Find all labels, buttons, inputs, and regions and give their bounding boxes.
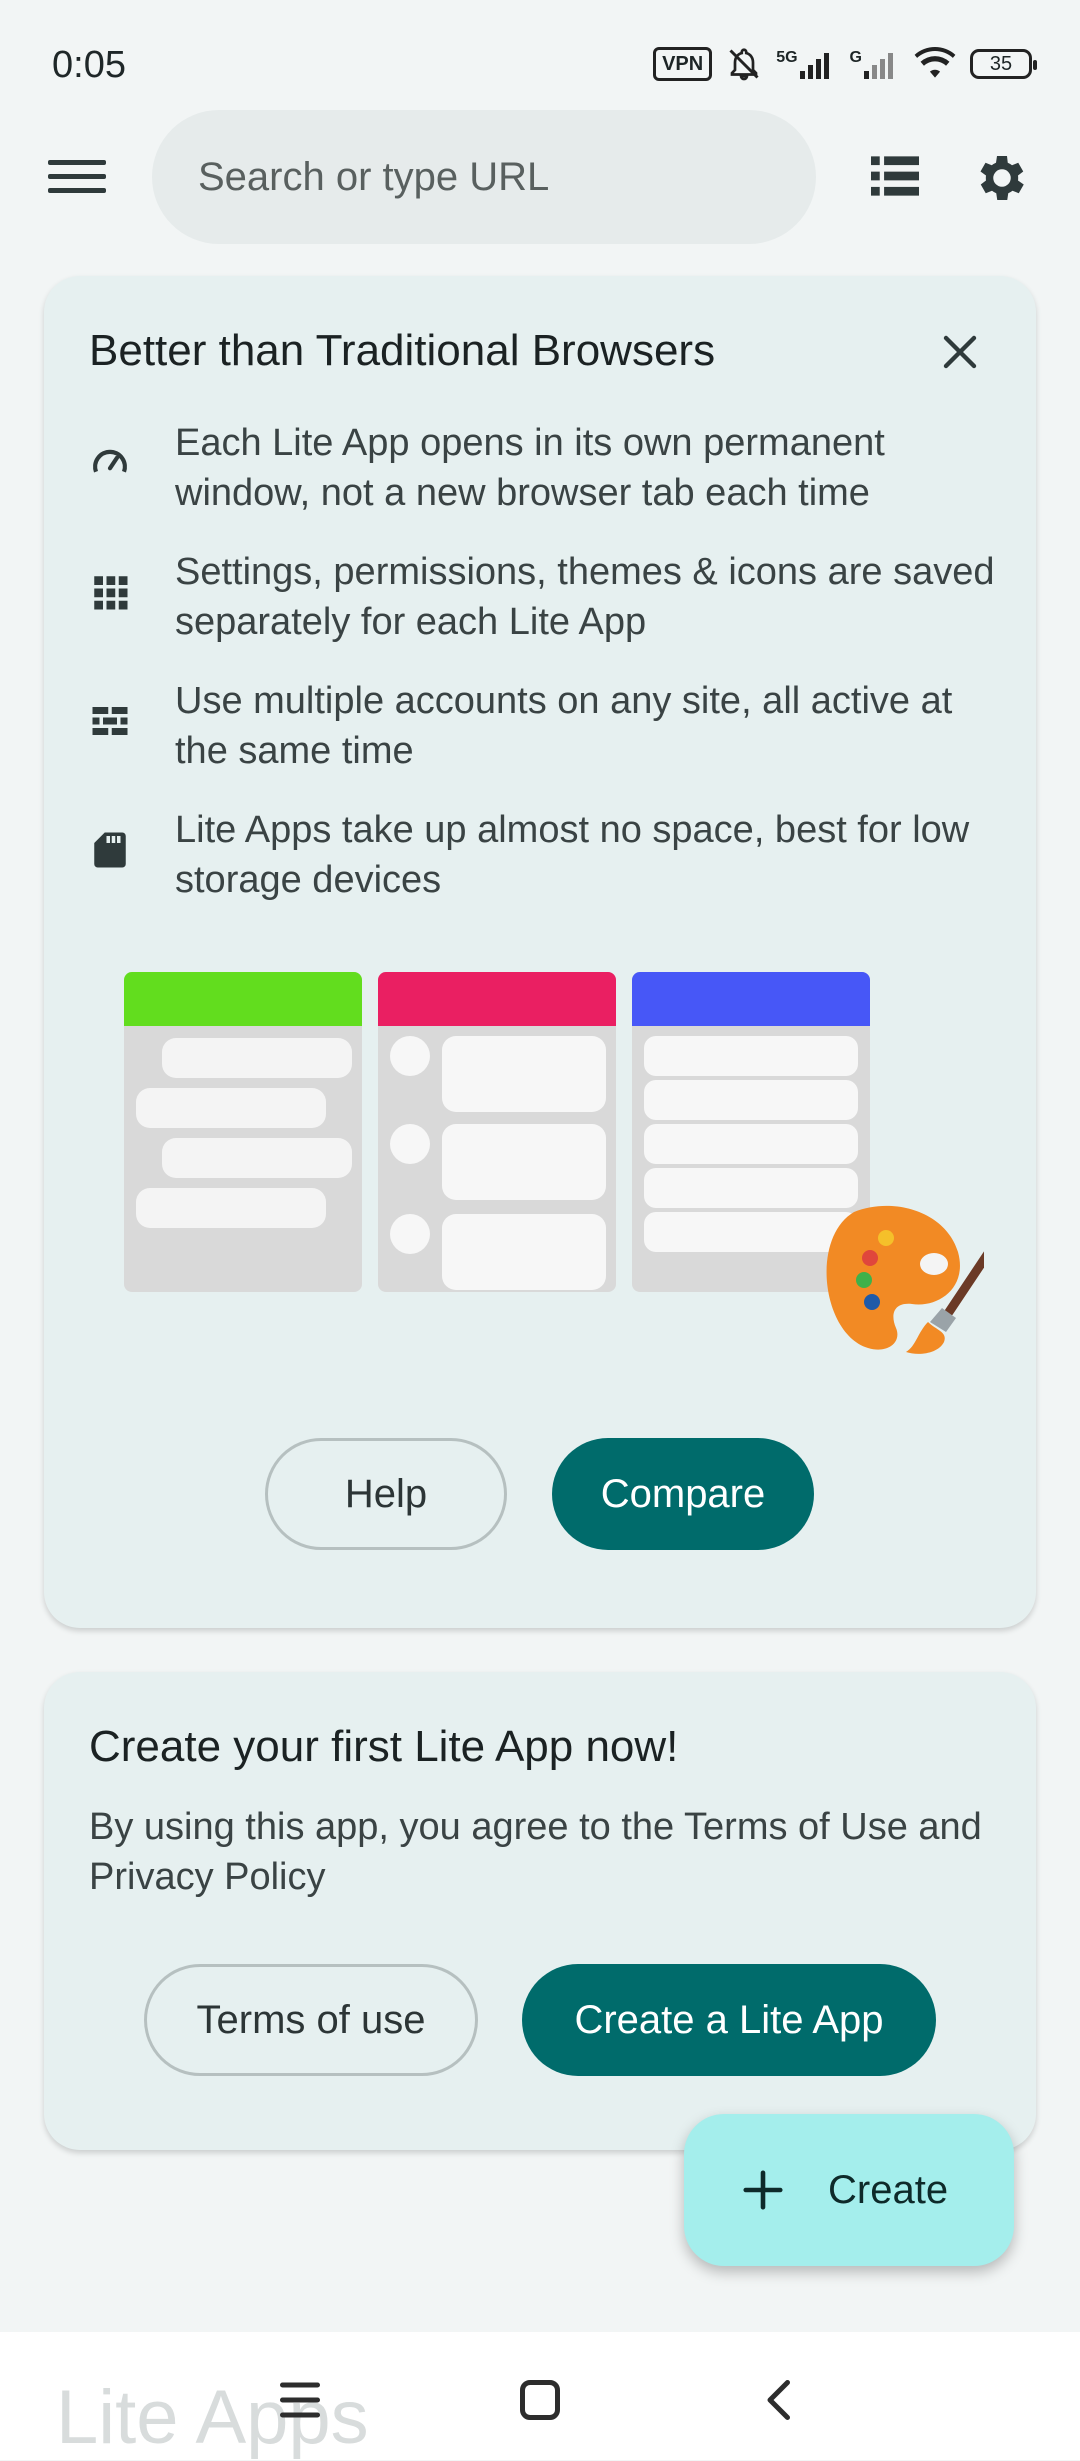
- close-icon[interactable]: [936, 328, 984, 376]
- paint-palette-icon: [826, 1205, 984, 1354]
- gear-icon[interactable]: [972, 148, 1032, 208]
- menu-icon[interactable]: [48, 154, 106, 202]
- feature-text: Use multiple accounts on any site, all a…: [175, 680, 953, 772]
- feature-text: Settings, permissions, themes & icons ar…: [175, 551, 995, 643]
- back-icon[interactable]: [750, 2370, 810, 2430]
- feature-item: Use multiple accounts on any site, all a…: [89, 676, 1009, 776]
- feature-item: Settings, permissions, themes & icons ar…: [89, 547, 1009, 647]
- battery-icon: 35: [970, 49, 1037, 79]
- fab-label: Create: [828, 2167, 949, 2212]
- create-card: Create your first Lite App now! By using…: [44, 1672, 1036, 2150]
- status-icons: VPN 5G G 35: [653, 46, 1037, 82]
- feature-item: Each Lite App opens in its own permanent…: [89, 418, 1009, 518]
- terms-text: By using this app, you agree to the Term…: [89, 1806, 982, 1898]
- create-fab[interactable]: Create: [684, 2114, 1014, 2266]
- grid-icon: [94, 576, 128, 610]
- create-lite-app-button[interactable]: Create a Lite App: [522, 1964, 936, 2076]
- vpn-badge: VPN: [653, 47, 713, 81]
- status-bar: 0:05 VPN 5G G 35: [0, 0, 1080, 120]
- home-icon[interactable]: [510, 2370, 570, 2430]
- search-input[interactable]: Search or type URL: [152, 110, 816, 244]
- compare-button[interactable]: Compare: [552, 1438, 814, 1550]
- status-time: 0:05: [52, 44, 126, 86]
- help-button[interactable]: Help: [265, 1438, 507, 1550]
- speedometer-icon: [93, 449, 127, 473]
- info-card-title: Better than Traditional Browsers: [89, 326, 716, 375]
- terms-of-use-button[interactable]: Terms of use: [144, 1964, 478, 2076]
- recent-apps-icon[interactable]: [270, 2370, 330, 2430]
- tabs-list-icon[interactable]: [868, 152, 922, 200]
- wifi-icon: [914, 47, 956, 78]
- bell-off-icon: [729, 48, 759, 81]
- network-g-icon: G: [850, 49, 900, 79]
- feature-text: Lite Apps take up almost no space, best …: [175, 809, 970, 901]
- feature-text: Each Lite App opens in its own permanent…: [175, 422, 885, 514]
- sd-card-icon: [94, 832, 126, 868]
- create-card-title: Create your first Lite App now!: [89, 1722, 679, 1771]
- wall-icon: [92, 707, 128, 735]
- network-5g-icon: 5G: [776, 49, 835, 79]
- lite-apps-illustration: [124, 972, 984, 1354]
- feature-item: Lite Apps take up almost no space, best …: [89, 805, 1009, 905]
- plus-icon: [743, 2170, 783, 2210]
- info-card: Better than Traditional Browsers Each Li…: [44, 276, 1036, 1628]
